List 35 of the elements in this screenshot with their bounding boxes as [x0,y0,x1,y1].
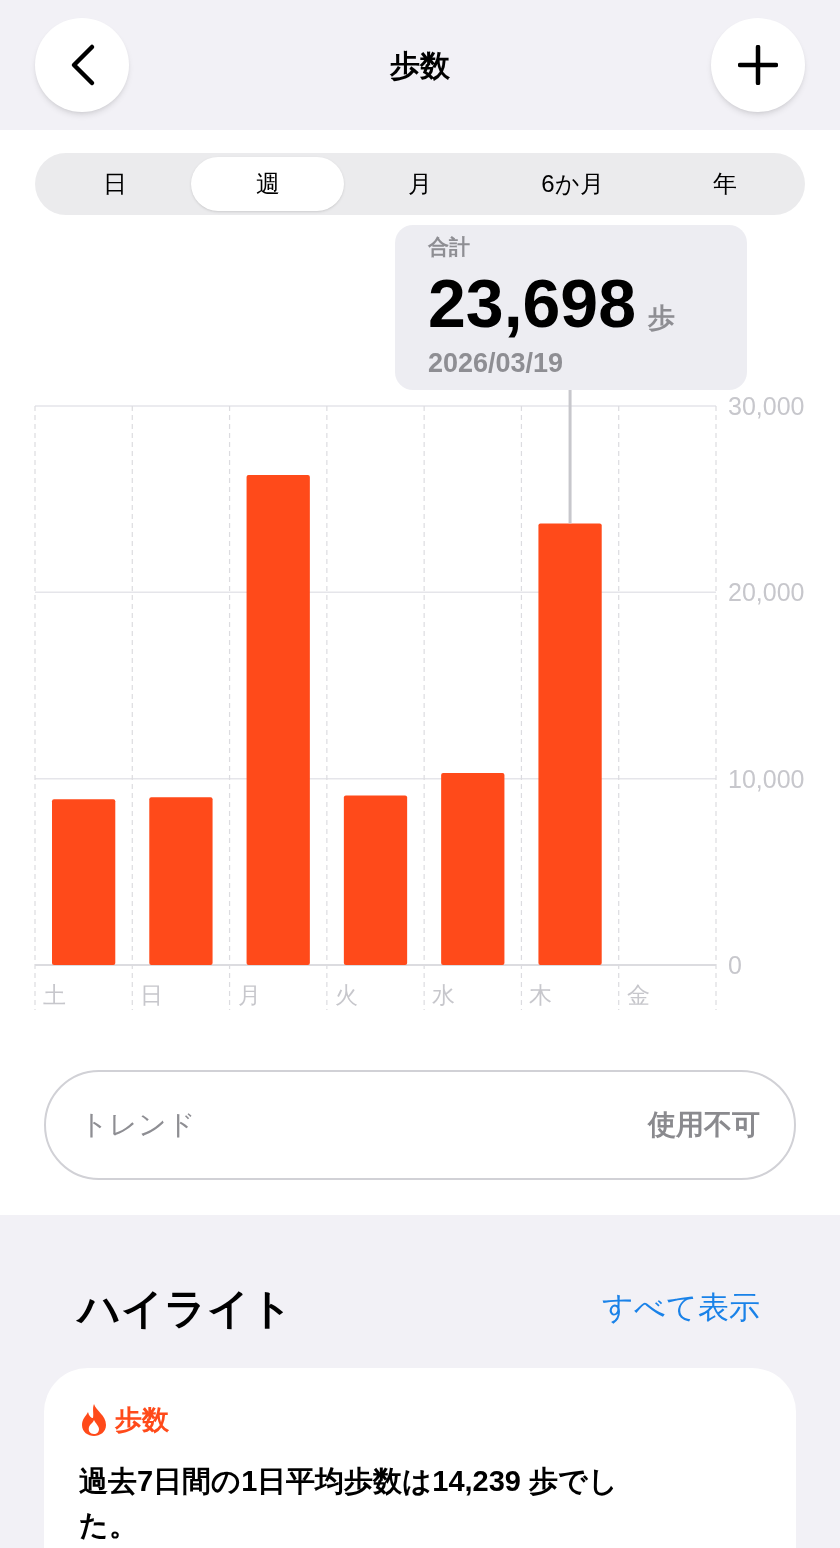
bar[interactable] [343,795,408,965]
trend-value: 使用不可 [648,1108,760,1142]
bar[interactable] [52,799,116,965]
bar[interactable] [149,797,213,965]
date-label: 2026/03/19 [428,346,565,380]
bar[interactable] [246,474,310,965]
axis-label: 0 [728,951,742,979]
period-tab[interactable]: 年 [648,157,802,211]
card-category: 歩数 [115,1404,169,1437]
plus-icon [738,45,778,85]
flame-icon [79,1403,109,1438]
axis-label: 20,000 [728,578,805,607]
bar[interactable] [538,523,602,965]
callout-label: 合計 [428,234,471,260]
axis-label: 火 [334,982,358,1008]
axis-label: 30,000 [728,392,805,420]
axis-label: 土 [43,982,66,1008]
axis-label: 10,000 [728,764,805,793]
axis-label: 金 [626,982,650,1008]
axis-label: 水 [432,982,456,1008]
axis-label: 木 [529,982,553,1008]
axis-label: 月 [237,982,261,1008]
bar[interactable] [441,773,505,965]
period-tab[interactable]: 日 [39,157,192,211]
period-tab[interactable]: 6か月 [496,157,649,211]
period-tab[interactable]: 月 [343,157,497,211]
period-tab[interactable]: 週 [191,157,344,211]
total-value: 23,698 [428,268,636,337]
unit-label: 歩 [648,304,675,332]
card-text: 過去7日間の1日平均歩数は14,239 歩でした。 [79,1463,619,1543]
page-title: 歩数 [390,47,450,84]
axis-label: 日 [140,982,164,1008]
highlight-card[interactable]: 歩数 過去7日間の1日平均歩数は14,239 歩でした。 [44,1368,796,1548]
section-title: ハイライト [78,1284,293,1334]
trend-label: トレンド [80,1108,196,1142]
